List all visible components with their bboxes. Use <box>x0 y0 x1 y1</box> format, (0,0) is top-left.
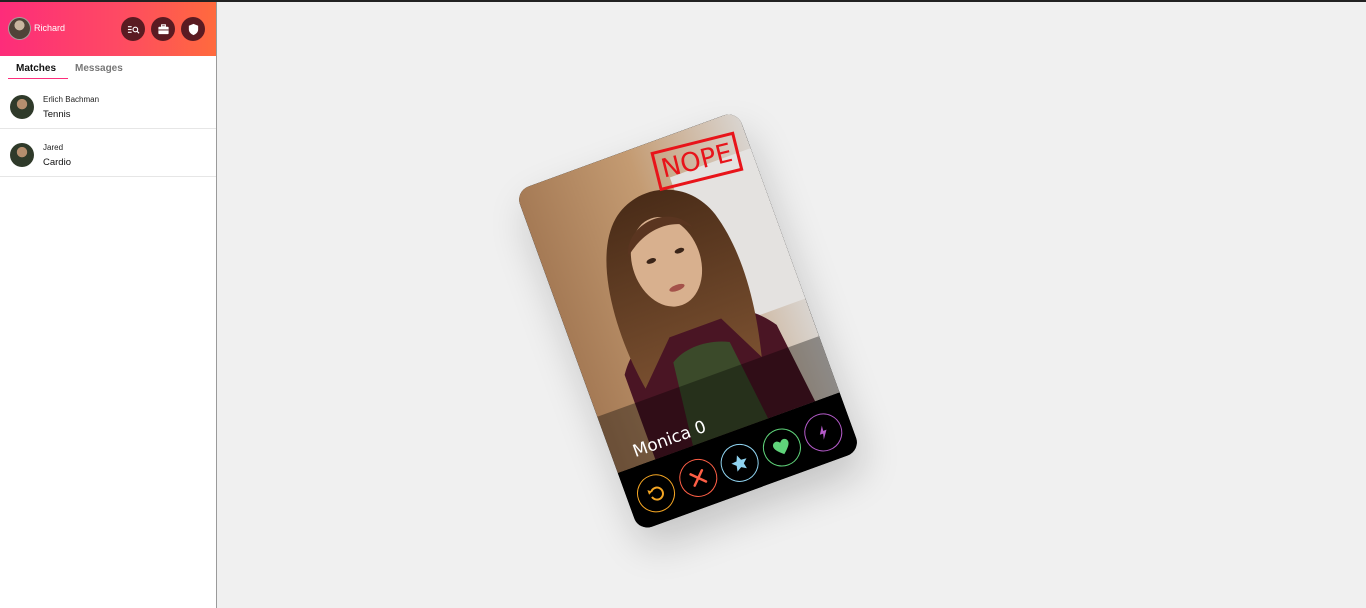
match-avatar <box>10 95 34 119</box>
match-item[interactable]: Jared Cardio <box>0 129 216 177</box>
match-name: Erlich Bachman <box>43 95 100 104</box>
user-avatar[interactable] <box>8 17 31 40</box>
search-list-icon <box>127 25 139 34</box>
briefcase-button[interactable] <box>151 17 175 41</box>
shield-button[interactable] <box>181 17 205 41</box>
search-list-button[interactable] <box>121 17 145 41</box>
match-subtitle: Cardio <box>43 157 71 168</box>
star-icon <box>731 455 747 472</box>
tab-matches[interactable]: Matches <box>16 63 56 74</box>
heart-icon <box>772 439 789 455</box>
user-name: Richard <box>34 23 66 33</box>
profile-card[interactable]: NOPE Monica 0 <box>515 110 861 532</box>
match-item[interactable]: Erlich Bachman Tennis <box>0 81 216 129</box>
sidebar: Richard Matches Messages Erlich Bachman … <box>0 0 217 608</box>
active-tab-indicator <box>8 78 68 79</box>
shield-icon <box>188 23 198 35</box>
match-name: Jared <box>43 143 64 152</box>
window-top-border <box>0 0 1366 2</box>
tab-messages[interactable]: Messages <box>75 63 123 74</box>
close-icon <box>688 469 707 488</box>
bolt-icon <box>819 425 827 440</box>
briefcase-icon <box>157 23 169 34</box>
sidebar-tabs: Matches Messages <box>0 56 216 81</box>
match-subtitle: Tennis <box>43 109 71 120</box>
match-avatar <box>10 143 34 167</box>
sidebar-header: Richard <box>0 0 216 56</box>
rewind-icon <box>647 486 664 501</box>
